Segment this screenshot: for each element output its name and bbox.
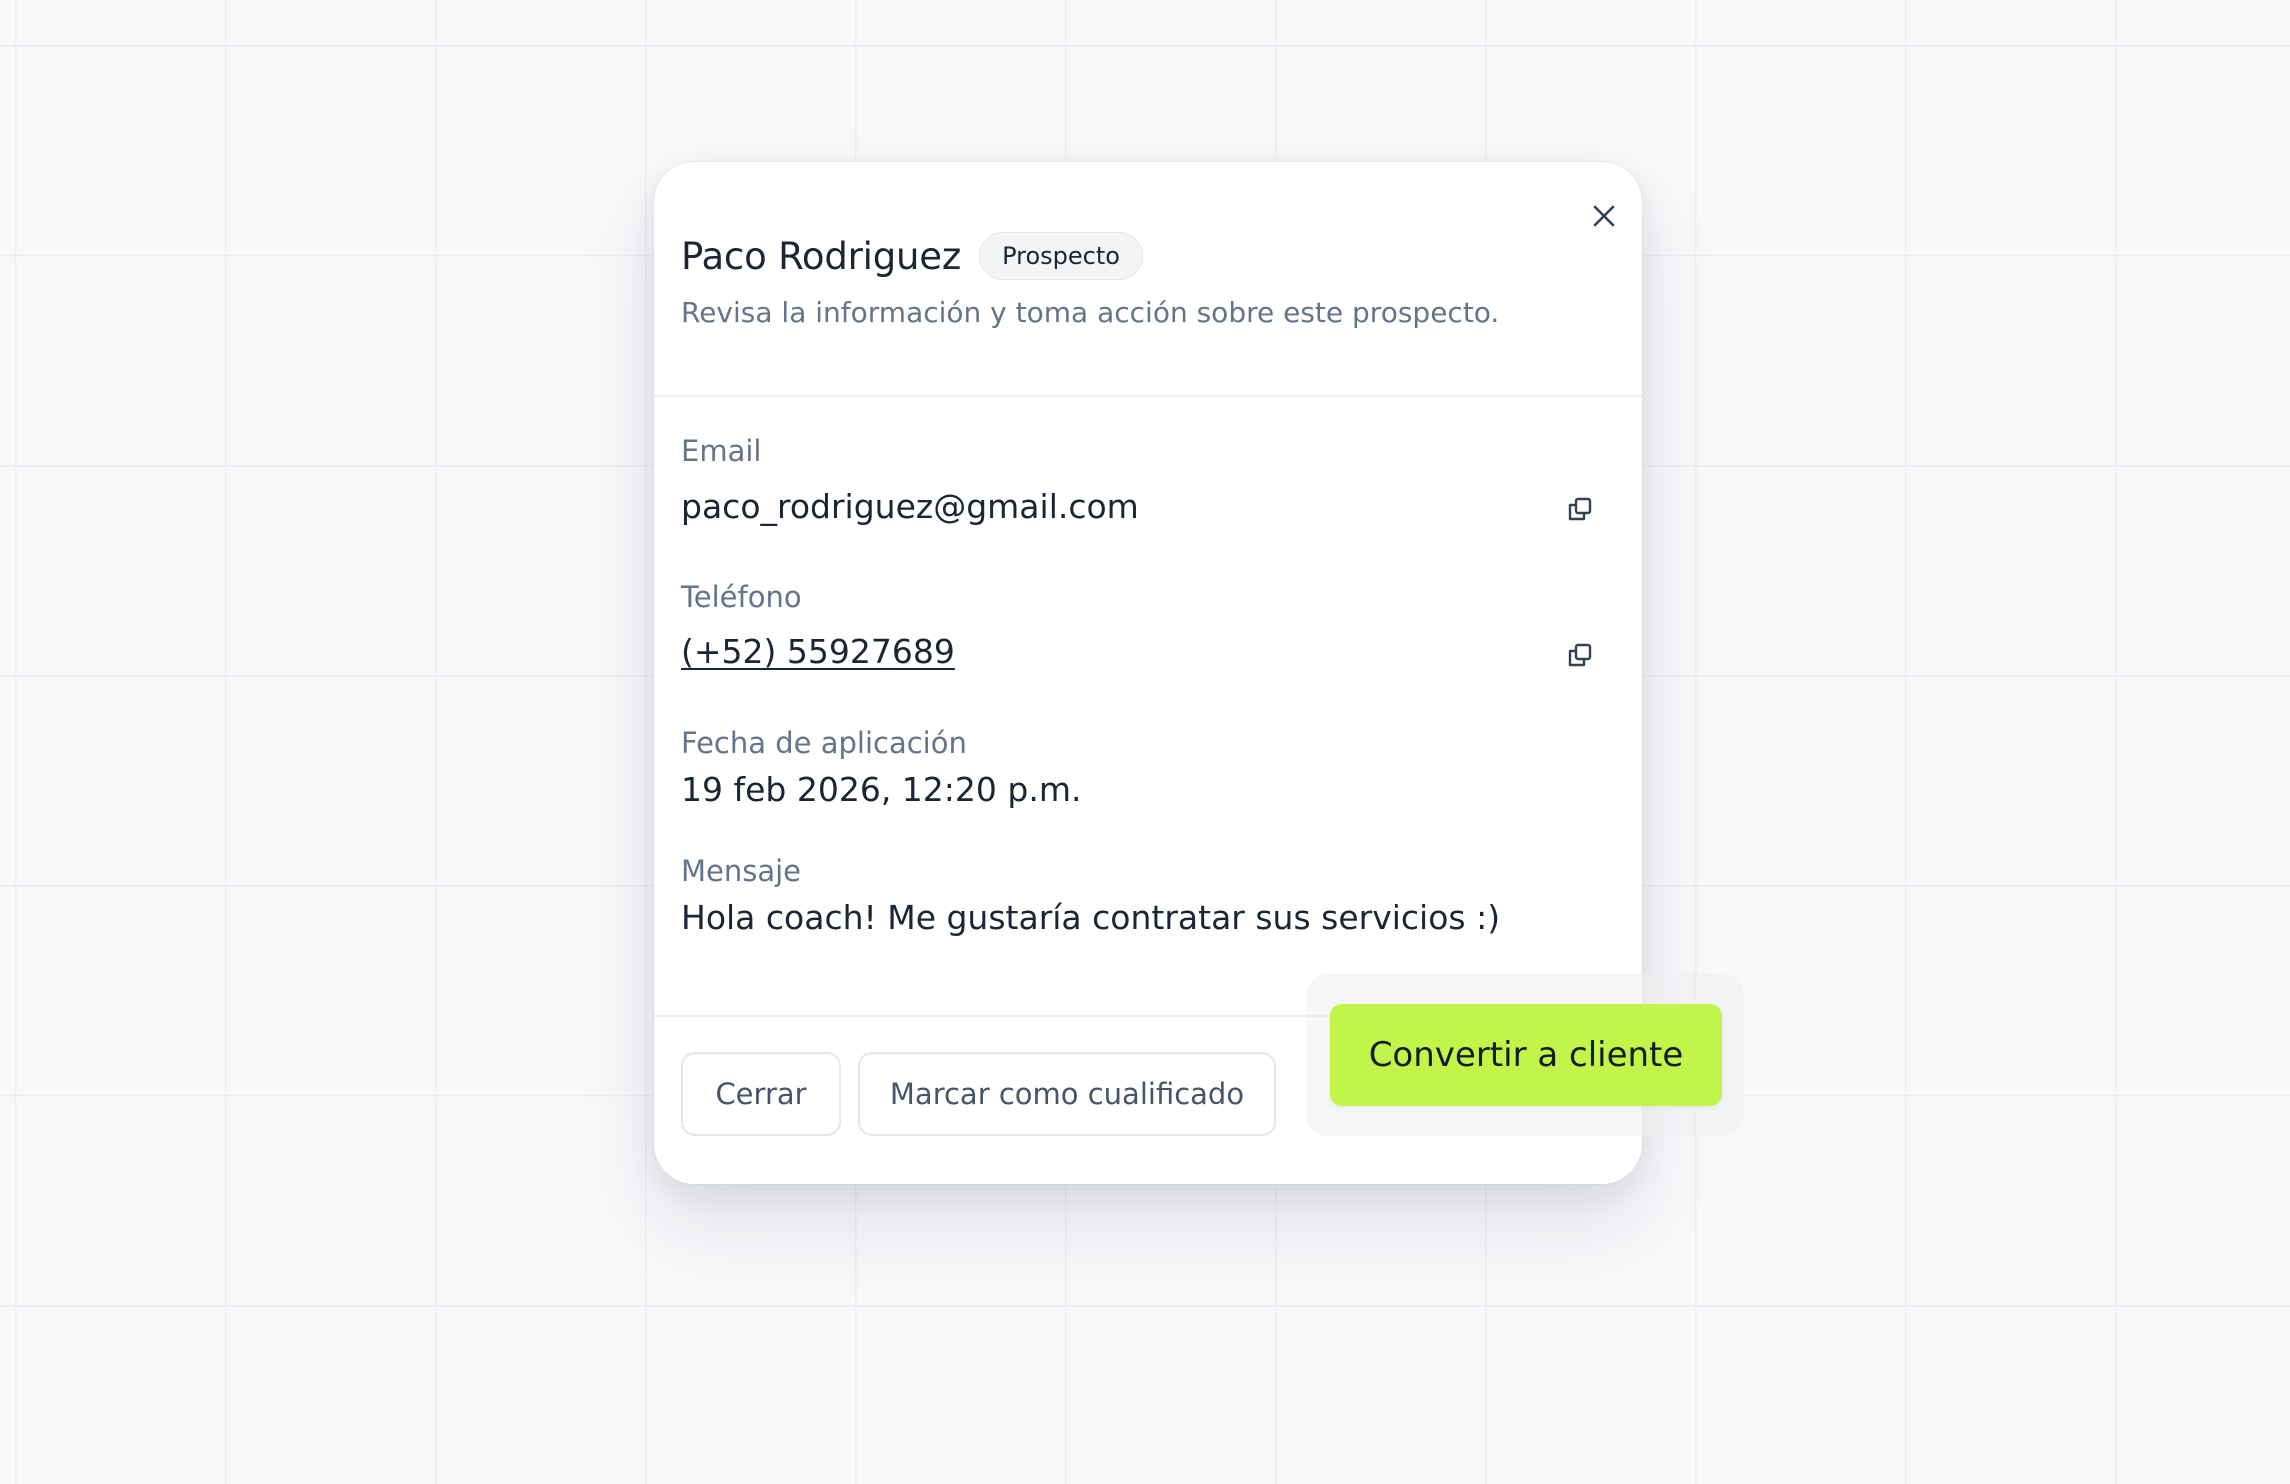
header-divider: [654, 395, 1642, 397]
copy-icon: [1566, 641, 1594, 669]
dialog-subtitle: Revisa la información y toma acción sobr…: [681, 296, 1500, 329]
copy-phone-button[interactable]: [1560, 635, 1600, 675]
application-date-label: Fecha de aplicación: [681, 726, 967, 760]
convert-to-client-button[interactable]: Convertir a cliente: [1330, 1004, 1722, 1106]
message-label: Mensaje: [681, 854, 802, 888]
email-label: Email: [681, 434, 762, 468]
copy-email-button[interactable]: [1560, 489, 1600, 529]
close-dialog-button[interactable]: [1584, 196, 1624, 236]
copy-icon: [1566, 495, 1594, 523]
phone-link[interactable]: (+52) 55927689: [681, 632, 955, 671]
close-icon: [1591, 203, 1617, 229]
dialog-header: Paco Rodriguez Prospecto: [681, 230, 1143, 282]
status-badge: Prospecto: [979, 232, 1143, 280]
message-value: Hola coach! Me gustaría contratar sus se…: [681, 898, 1501, 937]
mark-qualified-button[interactable]: Marcar como cualificado: [858, 1052, 1276, 1136]
application-date-value: 19 feb 2026, 12:20 p.m.: [681, 770, 1082, 809]
close-button[interactable]: Cerrar: [681, 1052, 841, 1136]
email-value: paco_rodriguez@gmail.com: [681, 487, 1139, 526]
phone-label: Teléfono: [681, 580, 802, 614]
lead-name: Paco Rodriguez: [681, 234, 962, 278]
